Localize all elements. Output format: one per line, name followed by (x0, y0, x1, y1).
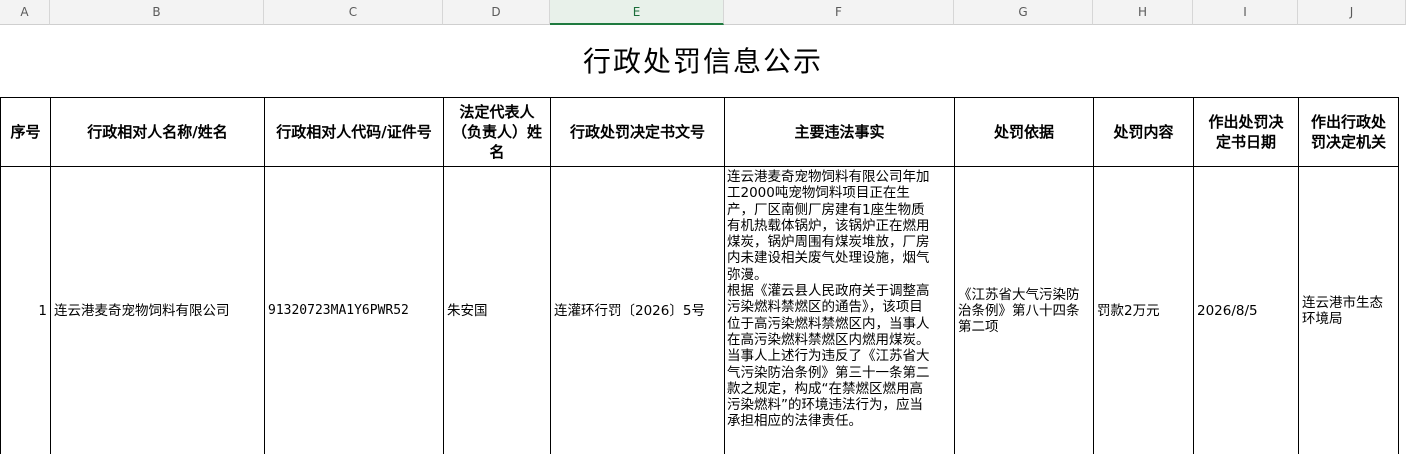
cell-basis[interactable]: 《江苏省大气污染防治条例》第八十四条第二项 (955, 167, 1093, 454)
header-seq[interactable]: 序号 (1, 98, 50, 166)
column-header-i[interactable]: I (1193, 0, 1298, 25)
header-content[interactable]: 处罚内容 (1094, 98, 1193, 166)
header-decision-doc[interactable]: 行政处罚决定书文号 (551, 98, 724, 166)
spreadsheet: A B C D E F G H I J 行政处罚信息公示 序号 行政相对人名称/… (0, 0, 1406, 454)
cell-org[interactable]: 连云港市生态环境局 (1299, 167, 1398, 454)
header-code[interactable]: 行政相对人代码/证件号 (265, 98, 443, 166)
column-header-j[interactable]: J (1298, 0, 1406, 25)
header-representative[interactable]: 法定代表人（负责人）姓名 (444, 98, 550, 166)
header-name[interactable]: 行政相对人名称/姓名 (51, 98, 264, 166)
column-header-d[interactable]: D (443, 0, 550, 25)
cell-facts[interactable]: 连云港麦奇宠物饲料有限公司年加 工2000吨宠物饲料项目正在生 产，厂区南侧厂房… (727, 169, 953, 454)
header-org[interactable]: 作出行政处罚决定机关 (1299, 98, 1398, 166)
header-date[interactable]: 作出处罚决定书日期 (1194, 98, 1298, 166)
cell-representative[interactable]: 朱安国 (444, 167, 550, 454)
cell-name[interactable]: 连云港麦奇宠物饲料有限公司 (51, 167, 264, 454)
header-basis[interactable]: 处罚依据 (955, 98, 1093, 166)
cell-decision-doc[interactable]: 连灌环行罚〔2026〕5号 (551, 167, 724, 454)
column-header-e[interactable]: E (550, 0, 724, 25)
cell-content[interactable]: 罚款2万元 (1094, 167, 1193, 454)
page-title[interactable]: 行政处罚信息公示 (0, 26, 1406, 97)
column-header-f[interactable]: F (724, 0, 954, 25)
column-header-c[interactable]: C (264, 0, 443, 25)
grid-line (1398, 97, 1399, 454)
column-header-a[interactable]: A (0, 0, 50, 25)
cell-date[interactable]: 2026/8/5 (1194, 167, 1298, 454)
cell-code[interactable]: 91320723MA1Y6PWR52 (265, 167, 443, 454)
cell-seq[interactable]: 1 (1, 167, 50, 454)
column-header-b[interactable]: B (50, 0, 264, 25)
column-header-h[interactable]: H (1093, 0, 1193, 25)
header-facts[interactable]: 主要违法事实 (725, 98, 954, 166)
column-header-g[interactable]: G (954, 0, 1093, 25)
